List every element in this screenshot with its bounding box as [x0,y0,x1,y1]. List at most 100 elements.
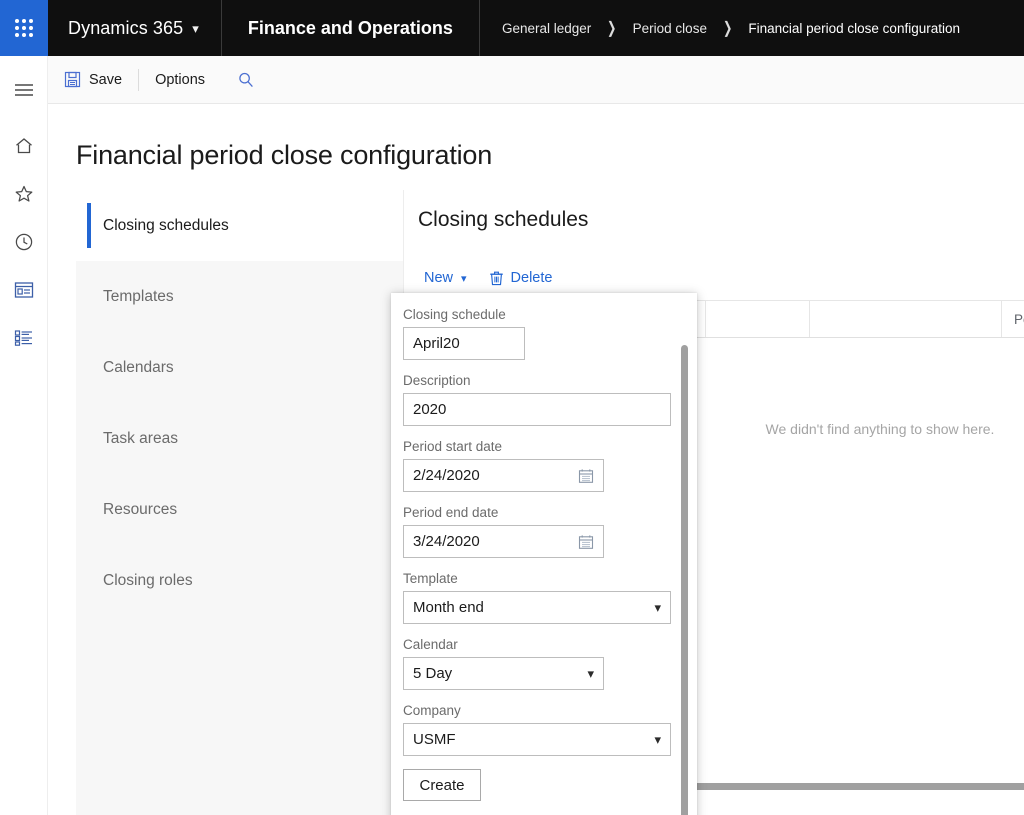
chevron-down-icon: ▾ [461,272,467,285]
calendar-icon[interactable] [578,534,594,550]
trash-icon [489,270,504,286]
field-period-start-date: Period start date 2/24/2020 [403,439,675,492]
grid-column-header-period-end-date[interactable]: Period end date [1002,301,1024,337]
flyout-vertical-scrollbar[interactable] [681,345,689,815]
home-icon [14,136,34,156]
select-value: Month end [413,599,484,616]
chevron-right-icon: ❯ [722,20,733,37]
field-label: Period end date [403,505,499,520]
hamburger-icon [14,82,34,98]
flyout-form: Closing schedule April20 Description 202… [391,293,697,801]
create-label: Create [419,776,465,794]
field-template: Template Month end ▾ [403,571,675,624]
nav-item-closing-roles[interactable]: Closing roles [76,545,403,616]
rail-item-modules[interactable] [0,314,48,362]
chevron-right-icon: ❯ [607,20,617,37]
application-window: Dynamics 365 ▾ Finance and Operations Ge… [0,0,1024,815]
nav-item-label: Task areas [103,429,178,447]
clock-icon [14,232,34,252]
nav-item-task-areas[interactable]: Task areas [76,403,403,474]
company-select[interactable]: USMF ▾ [403,723,671,756]
workspace-icon [14,281,34,299]
calendar-select[interactable]: 5 Day ▾ [403,657,604,690]
period-start-date-input[interactable]: 2/24/2020 [403,459,604,492]
input-value: 2020 [413,401,447,418]
select-value: USMF [413,731,456,748]
field-label: Template [403,571,458,586]
new-label: New [424,270,454,286]
app-launcher-button[interactable] [0,0,48,56]
modules-list-icon [14,329,34,347]
options-label: Options [155,71,206,88]
field-label: Company [403,703,461,718]
grid-column-header[interactable] [706,301,810,337]
top-navigation-bar: Dynamics 365 ▾ Finance and Operations Ge… [0,0,1024,56]
search-icon [237,71,255,89]
navigation-rail [0,56,48,815]
nav-item-label: Resources [103,500,178,518]
rail-item-workspaces[interactable] [0,266,48,314]
detail-title: Closing schedules [418,208,589,231]
description-input[interactable]: 2020 [403,393,671,426]
nav-item-label: Templates [103,287,174,305]
select-value: 5 Day [413,665,453,682]
scrollbar-thumb[interactable] [681,345,688,815]
grid-toolbar: New ▾ Delete [416,266,560,290]
field-description: Description 2020 [403,373,675,426]
period-end-date-input[interactable]: 3/24/2020 [403,525,604,558]
section-navigation-list: Closing schedules Templates Calendars Ta… [76,190,404,815]
field-calendar: Calendar 5 Day ▾ [403,637,675,690]
chevron-down-icon[interactable]: ▾ [654,600,661,616]
input-value: April20 [413,335,460,352]
save-label: Save [89,71,123,88]
field-label: Closing schedule [403,307,506,322]
chevron-down-icon[interactable]: ▾ [587,666,594,682]
options-button[interactable]: Options [139,56,221,104]
new-closing-schedule-flyout: Closing schedule April20 Description 202… [391,293,697,815]
breadcrumb-item-current: Financial period close configuration [748,20,960,36]
breadcrumb-item-period-close[interactable]: Period close [633,21,707,36]
input-value: 3/24/2020 [413,533,480,550]
nav-item-templates[interactable]: Templates [76,261,403,332]
input-value: 2/24/2020 [413,467,480,484]
brand-dynamics-365[interactable]: Dynamics 365 ▾ [48,0,222,56]
save-button[interactable]: Save [48,56,138,104]
rail-item-home[interactable] [0,122,48,170]
nav-item-label: Closing schedules [103,216,229,234]
delete-button[interactable]: Delete [481,266,561,290]
nav-item-label: Calendars [103,358,174,376]
create-button[interactable]: Create [403,769,481,801]
field-label: Period start date [403,439,503,454]
save-icon [64,71,81,88]
search-button[interactable] [221,56,271,104]
field-period-end-date: Period end date 3/24/2020 [403,505,675,558]
star-icon [14,184,34,204]
nav-item-resources[interactable]: Resources [76,474,403,545]
nav-item-calendars[interactable]: Calendars [76,332,403,403]
field-closing-schedule: Closing schedule April20 [403,307,675,360]
delete-label: Delete [510,270,553,286]
chevron-down-icon[interactable]: ▾ [654,732,661,748]
chevron-down-icon: ▾ [192,21,199,36]
new-button[interactable]: New ▾ [416,266,475,290]
field-label: Description [403,373,471,388]
nav-item-closing-schedules[interactable]: Closing schedules [76,190,403,261]
rail-item-hamburger[interactable] [0,66,48,114]
grid-column-header[interactable] [810,301,1002,337]
action-pane: Save Options [48,56,1024,104]
field-label: Calendar [403,637,458,652]
breadcrumb-item-general-ledger[interactable]: General ledger [502,21,591,36]
waffle-icon [15,19,33,37]
breadcrumb: General ledger ❯ Period close ❯ Financia… [480,0,960,56]
template-select[interactable]: Month end ▾ [403,591,671,624]
module-label: Finance and Operations [247,17,453,38]
nav-item-label: Closing roles [103,571,193,589]
closing-schedule-input[interactable]: April20 [403,327,525,360]
page-title: Financial period close configuration [76,140,493,170]
calendar-icon[interactable] [578,468,594,484]
field-company: Company USMF ▾ [403,703,675,756]
brand-label: Dynamics 365 [68,17,184,38]
rail-item-recent[interactable] [0,218,48,266]
module-title[interactable]: Finance and Operations [222,0,480,56]
rail-item-favorites[interactable] [0,170,48,218]
